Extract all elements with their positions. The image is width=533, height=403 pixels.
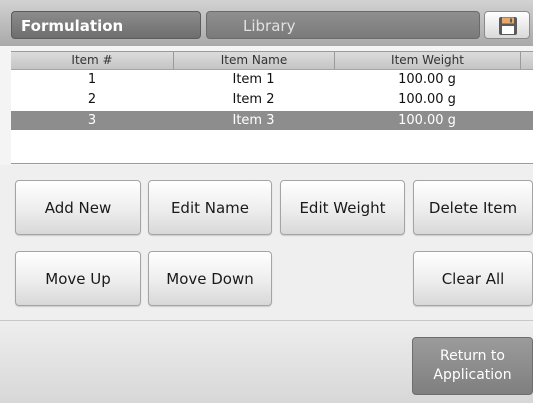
return-to-application-button[interactable]: Return to Application [412, 337, 533, 395]
move-down-button[interactable]: Move Down [148, 251, 272, 306]
delete-item-button[interactable]: Delete Item [413, 180, 533, 235]
header-bar: Formulation Library [0, 0, 533, 46]
item-weight-cell: 100.00 g [398, 72, 456, 87]
move-up-button[interactable]: Move Up [15, 251, 141, 306]
floppy-disk-icon [499, 17, 517, 35]
column-header-item-name: Item Name [173, 52, 334, 69]
item-name-cell: Item 2 [232, 92, 275, 107]
return-label-line2: Application [433, 367, 512, 383]
column-header-item-number: Item # [71, 53, 113, 67]
column-separator [520, 52, 521, 69]
table-header: Item # Item Name Item Weight [11, 52, 533, 70]
table-row[interactable]: 1 Item 1 100.00 g [11, 70, 533, 89]
clear-all-button[interactable]: Clear All [413, 251, 533, 306]
item-weight-cell: 100.00 g [398, 113, 456, 128]
item-name-cell: Item 3 [232, 113, 275, 128]
return-label-line1: Return to [440, 348, 505, 364]
tab-library[interactable]: Library [206, 11, 480, 39]
add-new-button[interactable]: Add New [15, 180, 141, 235]
item-number-cell: 3 [87, 113, 97, 128]
item-weight-cell: 100.00 g [398, 92, 456, 107]
save-button[interactable] [484, 11, 530, 39]
formulation-screen: Formulation Library Item # Item Name Ite… [0, 0, 533, 403]
edit-weight-button[interactable]: Edit Weight [280, 180, 405, 235]
column-header-item-weight: Item Weight [334, 52, 520, 69]
table-row-selected[interactable]: 3 Item 3 100.00 g [11, 111, 533, 130]
item-number-cell: 2 [87, 92, 97, 107]
item-number-cell: 1 [87, 72, 97, 87]
item-name-cell: Item 1 [232, 72, 275, 87]
tab-formulation[interactable]: Formulation [11, 11, 201, 39]
edit-name-button[interactable]: Edit Name [148, 180, 272, 235]
table-row[interactable]: 2 Item 2 100.00 g [11, 90, 533, 109]
items-table: Item # Item Name Item Weight 1 Item 1 10… [11, 51, 533, 164]
